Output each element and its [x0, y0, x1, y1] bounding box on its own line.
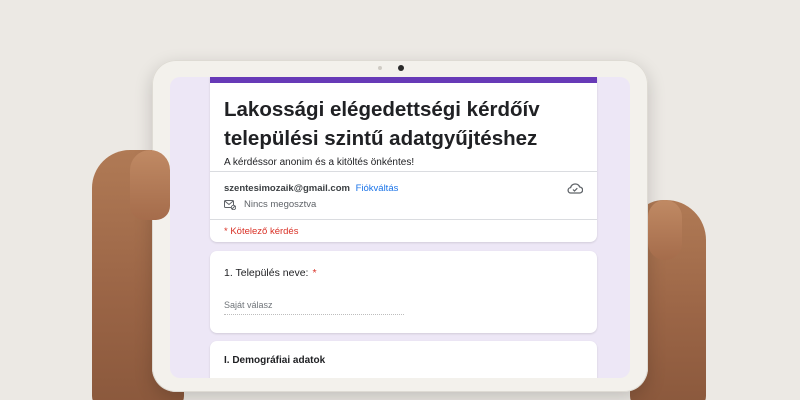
right-thumb — [648, 200, 682, 260]
account-row: szentesimozaik@gmail.com Fiókváltás — [224, 183, 398, 194]
question-text: 1. Település neve: — [224, 267, 309, 279]
camera-icon — [398, 65, 404, 71]
tablet-device: Lakossági elégedettségi kérdőív települé… — [152, 60, 648, 392]
left-thumb — [130, 150, 170, 220]
not-shared-icon — [224, 199, 236, 210]
cloud-save-icon[interactable] — [567, 182, 583, 194]
divider — [210, 219, 597, 220]
form-title: Lakossági elégedettségi kérdőív települé… — [224, 98, 540, 150]
account-email: szentesimozaik@gmail.com — [224, 183, 350, 194]
section-card: I. Demográfiai adatok — [210, 341, 597, 378]
required-star: * — [312, 267, 317, 279]
answer-input[interactable] — [224, 295, 404, 315]
form-screen: Lakossági elégedettségi kérdőív települé… — [170, 77, 630, 378]
share-status-row: Nincs megosztva — [224, 199, 316, 210]
divider — [210, 171, 597, 172]
form-header-card: Lakossági elégedettségi kérdőív települé… — [210, 77, 597, 242]
light-sensor — [378, 66, 382, 70]
question-card-1: 1. Település neve: * — [210, 251, 597, 333]
switch-account-link[interactable]: Fiókváltás — [356, 183, 399, 194]
share-status-text: Nincs megosztva — [244, 199, 317, 210]
question-label: 1. Település neve: * — [224, 267, 317, 279]
form-description: A kérdéssor anonim és a kitöltés önkénte… — [224, 157, 415, 168]
section-title: I. Demográfiai adatok — [224, 355, 326, 366]
required-note: * Kötelező kérdés — [224, 226, 299, 237]
